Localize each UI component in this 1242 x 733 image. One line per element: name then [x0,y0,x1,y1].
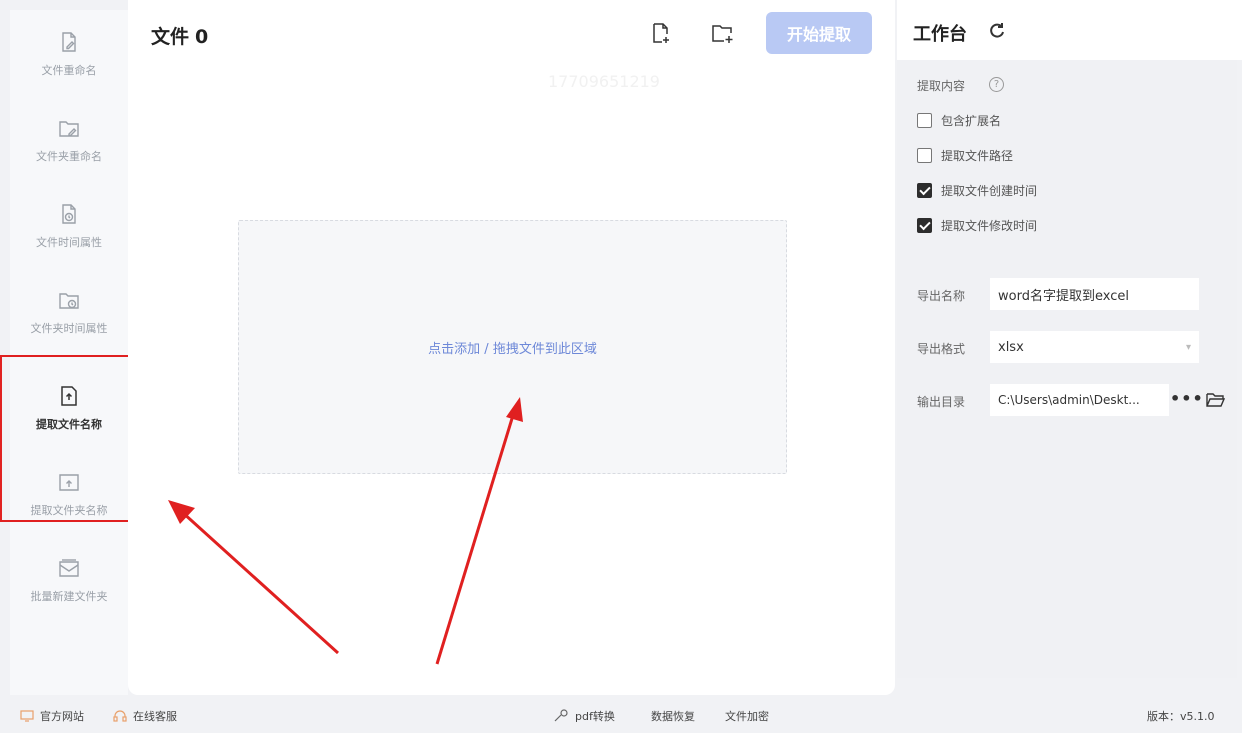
help-icon[interactable]: ? [989,77,1004,92]
export-name-label: 导出名称 [917,289,966,303]
option-label: 提取文件创建时间 [941,184,1038,198]
sidebar-item-label: 提取文件名称 [36,418,102,431]
file-count: 0 [195,26,209,48]
refresh-icon[interactable] [988,22,1006,40]
workbench-title: 工作台 [913,24,967,45]
chevron-down-icon: ▾ [1185,341,1191,353]
export-format-select[interactable]: xlsx ▾ [990,331,1199,363]
watermark-text: 17709651219 [548,72,660,91]
title-text: 文件 [151,26,190,48]
sidebar-item-label: 文件重命名 [41,64,97,77]
sidebar-item-label: 文件夹时间属性 [30,322,108,335]
add-file-button[interactable] [648,20,674,46]
workbench-header: 工作台 [897,0,1242,60]
checkbox[interactable] [917,113,932,128]
workbench-panel: 工作台 提取内容 ? 包含扩展名 提取文件路径 提取文件创建时间 提取文件修改时… [897,0,1242,733]
folder-edit-icon [59,121,79,137]
sidebar-item-extract-folder-names[interactable]: 提取文件夹名称 [10,454,128,534]
file-encrypt-label: 文件加密 [725,710,769,723]
browse-more-button[interactable]: ••• [1170,389,1204,408]
output-dir-label: 输出目录 [917,395,966,409]
workbench-body: 提取内容 ? 包含扩展名 提取文件路径 提取文件创建时间 提取文件修改时间 导出… [897,60,1237,678]
app-window: 文件重命名 文件夹重命名 文件时间属性 文件夹时间属性 提取文件名称 提取文件夹… [0,0,1242,733]
page-title: 文件 0 [151,22,208,49]
option-label: 包含扩展名 [941,114,1002,128]
add-file-icon [653,23,669,43]
status-bar: 官方网站 在线客服 pdf转换 数据恢复 文件加密 版本：v5.1.0 [0,695,1242,733]
option-extract-path[interactable]: 提取文件路径 [917,147,1013,164]
pdf-convert-label: pdf转换 [575,710,615,723]
monitor-icon [20,710,34,722]
export-name-field[interactable]: word名字提取到excel [990,278,1199,310]
sidebar-item-batch-folders[interactable]: 批量新建文件夹 [10,540,128,620]
sidebar-item-folder-rename[interactable]: 文件夹重命名 [10,100,128,180]
sidebar-item-label: 批量新建文件夹 [30,590,108,603]
option-extract-created-time[interactable]: 提取文件创建时间 [917,182,1037,199]
sidebar-item-extract-file-names[interactable]: 提取文件名称 [10,368,128,448]
wrench-icon [554,709,568,722]
file-encrypt-link[interactable]: 文件加密 [725,708,769,724]
option-include-extension[interactable]: 包含扩展名 [917,112,1001,129]
folder-clock-icon [59,293,79,309]
option-label: 提取文件路径 [941,149,1014,163]
checkbox-checked[interactable] [917,183,932,198]
start-extract-button[interactable]: 开始提取 [766,12,872,54]
output-dir-field[interactable]: C:\Users\admin\Deskt... [990,384,1169,416]
option-label: 提取文件修改时间 [941,219,1038,233]
sidebar-item-label: 文件时间属性 [36,236,102,249]
checkbox[interactable] [917,148,932,163]
file-upload-icon [61,386,77,406]
extract-content-label: 提取内容 [917,79,966,93]
checkbox-checked[interactable] [917,218,932,233]
support-link[interactable]: 在线客服 [113,708,177,724]
website-link[interactable]: 官方网站 [20,708,84,724]
headset-icon [113,710,127,722]
sidebar-item-folder-time[interactable]: 文件夹时间属性 [10,272,128,352]
export-format-label: 导出格式 [917,342,966,356]
folder-upload-icon [59,474,79,491]
file-dropzone[interactable]: 点击添加 / 拖拽文件到此区域 [238,220,787,474]
pdf-convert-link[interactable]: pdf转换 [553,708,615,724]
data-recovery-label: 数据恢复 [651,710,695,723]
version-label: 版本：v5.1.0 [1147,710,1215,723]
support-label: 在线客服 [133,710,177,723]
sidebar-item-file-time[interactable]: 文件时间属性 [10,186,128,266]
main-panel: 文件 0 17709651219 开始提取 点击添加 / 拖拽文件到此区域 [128,0,895,695]
folder-batch-icon [59,559,79,577]
sidebar-item-label: 文件夹重命名 [36,150,102,163]
sidebar-item-label: 提取文件夹名称 [30,504,108,517]
sidebar-item-file-rename[interactable]: 文件重命名 [10,14,128,94]
version-text: 版本：v5.1.0 [1147,708,1215,724]
add-folder-icon [712,25,733,43]
file-edit-icon [62,32,76,52]
add-folder-button[interactable] [710,20,736,46]
export-format-value: xlsx [998,339,1024,355]
dropzone-text: 点击添加 / 拖拽文件到此区域 [428,341,597,357]
file-clock-icon [62,204,76,224]
sidebar: 文件重命名 文件夹重命名 文件时间属性 文件夹时间属性 提取文件名称 提取文件夹… [10,10,128,695]
option-extract-modified-time[interactable]: 提取文件修改时间 [917,217,1037,234]
website-label: 官方网站 [40,710,84,723]
folder-open-icon[interactable] [1205,391,1225,409]
data-recovery-link[interactable]: 数据恢复 [651,708,695,724]
